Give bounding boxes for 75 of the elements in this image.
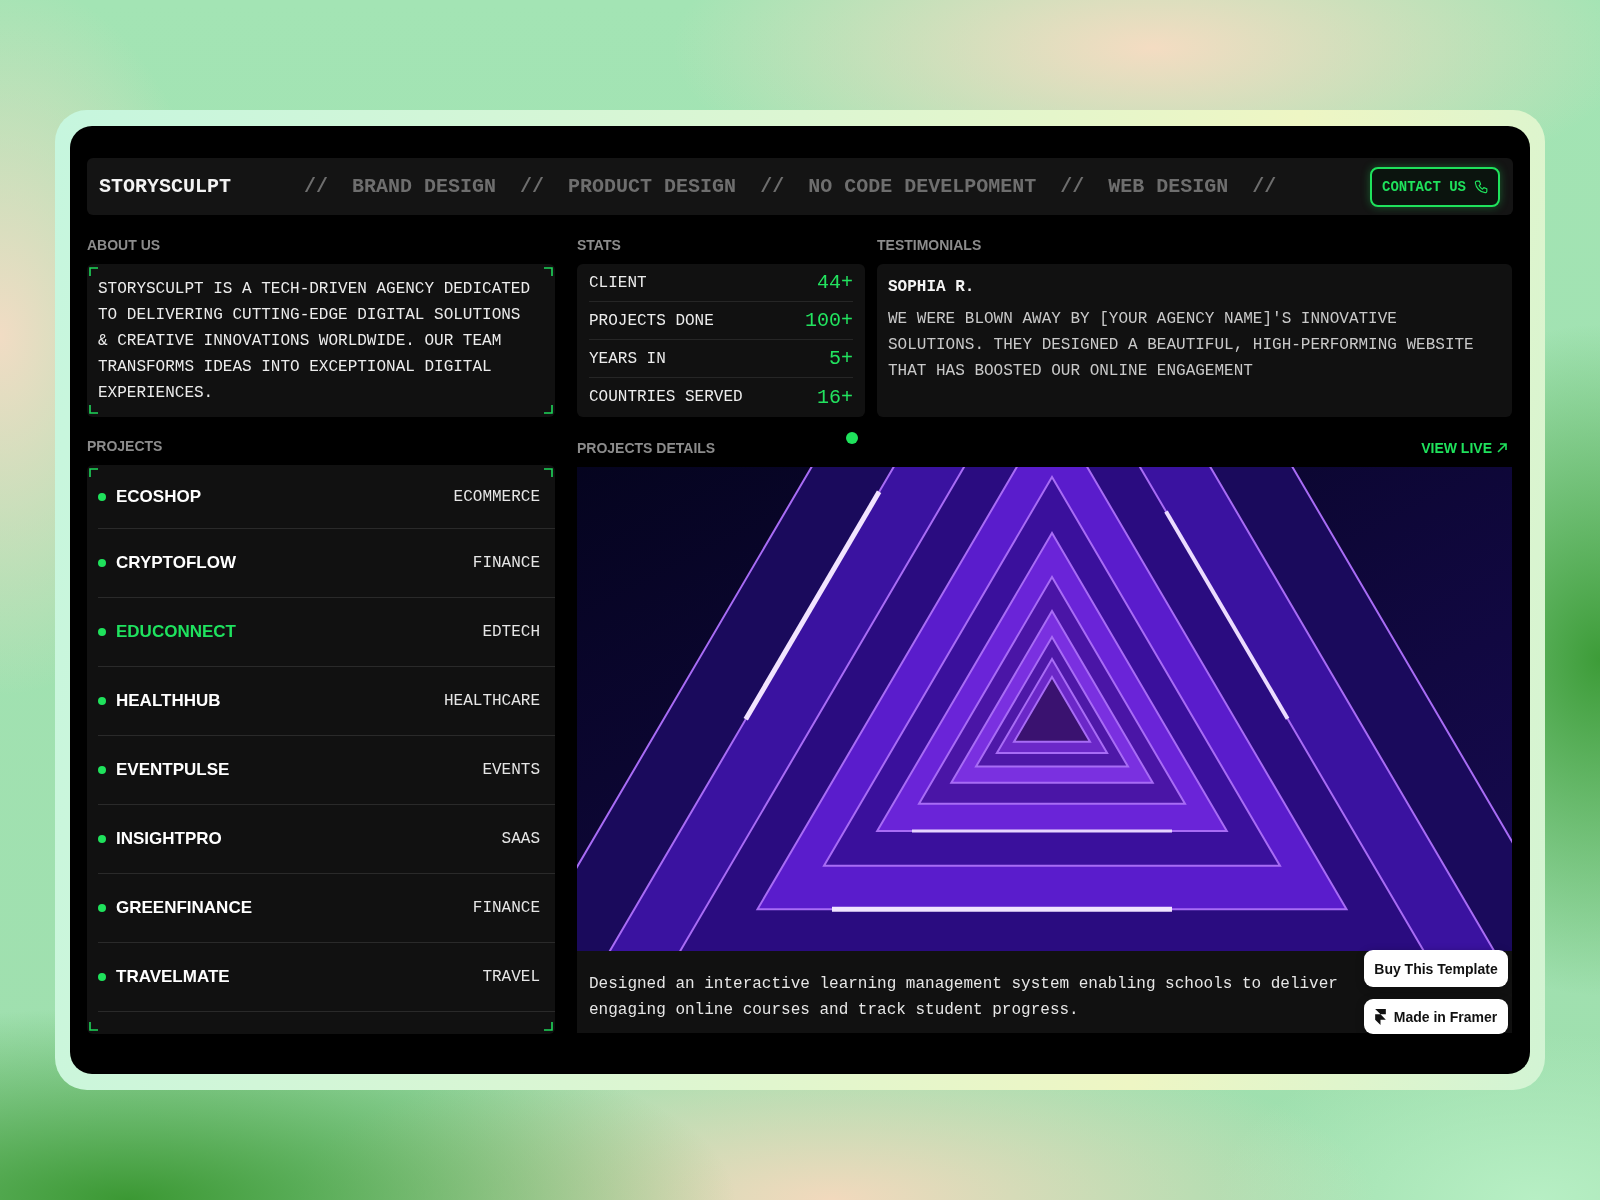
stat-label: YEARS IN: [589, 349, 666, 368]
project-row[interactable]: EVENTPULSE EVENTS: [98, 736, 555, 805]
project-category: HEALTHCARE: [444, 692, 540, 710]
stat-value: 100+: [805, 309, 853, 332]
project-name: CRYPTOFLOW: [116, 553, 236, 573]
status-dot-icon: [98, 973, 106, 981]
buy-template-button[interactable]: Buy This Template: [1364, 950, 1508, 987]
status-dot-icon: [98, 559, 106, 567]
project-category: EDTECH: [482, 623, 540, 641]
stat-value: 5+: [829, 347, 853, 370]
corner-bracket-icon: [544, 1022, 553, 1031]
status-dot-icon: [98, 492, 106, 501]
marquee-text: WEB DESIGN: [1108, 175, 1229, 198]
section-title: PROJECTS DETAILS: [577, 438, 716, 457]
project-row[interactable]: CRYPTOFLOW FINANCE: [98, 529, 555, 598]
logo-icon: [1374, 1008, 1386, 1025]
project-category: EVENTS: [482, 761, 540, 779]
dot-icon: [846, 432, 858, 444]
section-title: STATS: [577, 236, 622, 254]
project-name: HEALTHHUB: [116, 691, 221, 711]
section-title: ABOUT US: [87, 236, 162, 254]
project-row[interactable]: HEALTHHUB HEALTHCARE: [98, 667, 555, 736]
status-dot-icon: [98, 835, 106, 843]
stat-value: 44+: [817, 271, 853, 294]
project-name: TRAVELMATE: [116, 967, 230, 987]
project-row[interactable]: ECOSHOP ECOMMERCE: [98, 465, 555, 529]
project-category: SAAS: [501, 830, 540, 848]
project-description: Designed an interactive learning management system enabling schools to deliver engaging online courses and track student progress.: [589, 974, 1339, 1021]
status-dot-icon: [98, 904, 106, 912]
project-category: TRAVEL: [482, 968, 540, 986]
arrow-up-right-icon: [1497, 442, 1507, 453]
marquee-text: NO CODE DEVELPOMENT: [808, 175, 1037, 198]
project-row[interactable]: INSIGHTPRO SAAS: [98, 805, 555, 874]
stat-value: 16+: [817, 385, 853, 409]
section-title: PROJECTS: [87, 437, 164, 455]
marquee-text: //: [1252, 175, 1277, 198]
stat-label: COUNTRIES SERVED: [589, 388, 743, 406]
marquee-text: //: [520, 175, 545, 198]
marquee-text: //: [1060, 175, 1085, 198]
contact-button[interactable]: CONTACT US: [1370, 166, 1500, 207]
project-name: INSIGHTPRO: [116, 829, 222, 849]
view-live-link[interactable]: VIEW LIVE: [1421, 439, 1512, 456]
marquee-text: BRAND DESIGN: [352, 175, 497, 198]
corner-bracket-icon: [544, 267, 553, 276]
status-dot-icon: [98, 697, 106, 705]
corner-bracket-icon: [89, 1022, 98, 1031]
testimonial-author: SOPHIA R.: [888, 277, 976, 297]
corner-bracket-icon: [89, 405, 98, 414]
project-name: EVENTPULSE: [116, 760, 230, 780]
made-in-framer-button[interactable]: Made in Framer: [1364, 999, 1508, 1034]
project-category: ECOMMERCE: [453, 487, 540, 506]
phone-icon: [1474, 179, 1488, 194]
marquee-text: PRODUCT DESIGN: [568, 175, 737, 198]
corner-bracket-icon: [89, 468, 98, 477]
corner-bracket-icon: [544, 405, 553, 414]
marquee-text: //: [304, 175, 329, 198]
corner-bracket-icon: [544, 468, 553, 477]
project-row[interactable]: GREENFINANCE FINANCE: [98, 874, 555, 943]
status-dot-icon: [98, 628, 106, 636]
marquee-text: //: [760, 175, 785, 198]
status-dot-icon: [98, 766, 106, 774]
stat-label: PROJECTS DONE: [589, 311, 714, 330]
section-title: TESTIMONIALS: [877, 236, 983, 254]
about-text: STORYSCULPT IS A TECH-DRIVEN AGENCY DEDICATED TO DELIVERING CUTTING-EDGE DIGITAL SOLUTIONS & CREATIVE INNOVATIONS WORLDWIDE. OUR TEAM TRANSFORMS IDEAS INTO EXCEPTIONAL DIGITAL EXPERIENCES.: [98, 280, 531, 402]
testimonial-quote: WE WERE BLOWN AWAY BY [YOUR AGENCY NAME]'S INNOVATIVE SOLUTIONS. THEY DESIGNED A BEAUTIFUL, HIGH-PERFORMING WEBSITE THAT HAS BOOSTED OUR ONLINE ENGAGEMENT: [888, 309, 1475, 382]
project-name: GREENFINANCE: [116, 898, 252, 918]
project-name: EDUCONNECT: [116, 622, 236, 642]
project-name: ECOSHOP: [116, 486, 202, 507]
logo-text[interactable]: STORYSCULPT: [99, 175, 232, 198]
corner-bracket-icon: [89, 267, 98, 276]
project-category: FINANCE: [472, 899, 540, 917]
project-row[interactable]: TRAVELMATE TRAVEL: [98, 943, 555, 1012]
stat-label: CLIENT: [589, 273, 647, 292]
project-row[interactable]: EDUCONNECT EDTECH: [98, 598, 555, 667]
project-category: FINANCE: [472, 554, 540, 572]
